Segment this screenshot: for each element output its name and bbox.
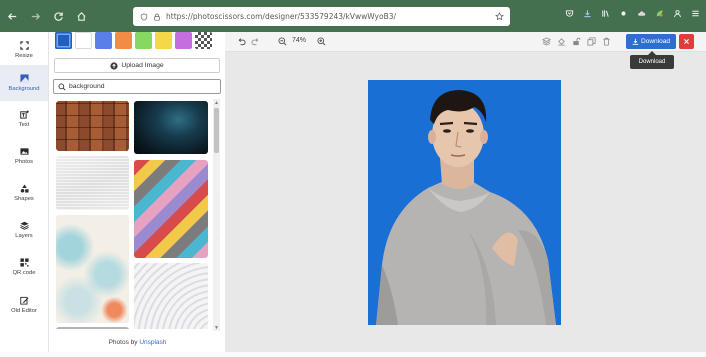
download-icon [632, 38, 639, 45]
download-tooltip: Download [630, 51, 674, 69]
sidebar-item-shapes[interactable]: Shapes [0, 175, 48, 211]
zoom-level: 74% [292, 37, 307, 44]
download-tray-icon[interactable] [582, 8, 592, 18]
sidebar-item-label: Text [18, 122, 30, 128]
swatch-transparent[interactable] [195, 32, 212, 49]
scrollbar-thumb[interactable] [214, 108, 219, 153]
swatch-purple[interactable] [175, 32, 192, 49]
swatch-orange[interactable] [115, 32, 132, 49]
fill-bucket-icon[interactable] [557, 37, 566, 46]
swatch-periwinkle[interactable] [95, 32, 112, 49]
bookmark-star-icon[interactable] [492, 12, 506, 21]
address-bar[interactable]: https://photoscissors.com/designer/53357… [133, 7, 510, 26]
back-arrow-icon[interactable] [4, 8, 21, 25]
browser-toolbar: https://photoscissors.com/designer/53357… [0, 0, 706, 32]
extension-cloud-icon[interactable] [636, 8, 646, 18]
extension-dot-icon[interactable] [618, 8, 628, 18]
thumbnail-colorful-planks[interactable] [134, 160, 208, 258]
thumbnail-dark-space[interactable] [134, 101, 208, 154]
editor-toolbar: 74% Download [225, 32, 706, 52]
sidebar-item-label: Layers [15, 233, 33, 239]
thumbnail-wood[interactable] [56, 101, 129, 151]
close-icon [684, 39, 689, 44]
lock-icon [151, 11, 163, 23]
undo-icon[interactable] [237, 37, 246, 46]
redo-icon[interactable] [251, 37, 260, 46]
sidebar-item-text[interactable]: Text [0, 101, 48, 137]
sidebar-item-layers[interactable]: Layers [0, 212, 48, 248]
delete-icon[interactable] [602, 37, 611, 46]
swatch-blue-active[interactable] [55, 32, 72, 49]
thumbnail-white-texture[interactable] [56, 156, 129, 210]
photo-credit: Photos by Unsplash [50, 339, 225, 346]
background-icon [19, 74, 29, 83]
thumbnail-white-waves[interactable] [134, 263, 208, 329]
pocket-icon[interactable] [564, 8, 574, 18]
scroll-up-icon[interactable]: ▲ [213, 99, 220, 106]
editor-canvas-area: 74% Download Download [225, 32, 706, 352]
zoom-out-icon[interactable] [278, 37, 287, 46]
library-icon[interactable] [600, 8, 610, 18]
old-editor-icon [19, 296, 29, 305]
upload-label: Upload Image [121, 62, 164, 69]
sidebar-item-label: Photos [14, 159, 34, 165]
background-search-input[interactable]: background [53, 79, 221, 94]
sidebar-item-photos[interactable]: Photos [0, 138, 48, 174]
background-panel: Upload Image background ▲ ▼ Photos by Un… [50, 32, 225, 352]
upload-icon [110, 61, 118, 70]
background-thumbnail-grid [54, 99, 210, 329]
scroll-down-icon[interactable]: ▼ [213, 324, 220, 331]
zoom-in-icon[interactable] [317, 37, 326, 46]
sidebar-item-label: Background [8, 86, 40, 92]
upload-image-button[interactable]: Upload Image [54, 58, 220, 73]
resize-icon [19, 41, 29, 50]
swatch-green[interactable] [135, 32, 152, 49]
text-icon [19, 110, 29, 119]
menu-icon[interactable] [690, 8, 700, 18]
credit-prefix: Photos by [108, 339, 138, 346]
sidebar-item-label: QR code [12, 270, 36, 276]
download-label: Download [641, 38, 670, 45]
tool-sidebar: Resize Background Text Photos Shapes Lay… [0, 32, 49, 352]
unsplash-link[interactable]: Unsplash [139, 339, 166, 346]
window-bottom-edge [0, 352, 706, 357]
photos-icon [19, 147, 29, 156]
arrange-layers-icon[interactable] [542, 37, 551, 46]
sidebar-item-qr-code[interactable]: QR code [0, 249, 48, 285]
duplicate-icon[interactable] [587, 37, 596, 46]
extension-leaf-icon[interactable] [654, 8, 664, 18]
tracking-shield-icon [138, 11, 150, 23]
forward-arrow-icon[interactable] [27, 8, 44, 25]
extensions-area [564, 8, 700, 18]
reload-icon[interactable] [50, 8, 67, 25]
thumbnail-grey-texture[interactable] [56, 327, 129, 329]
layers-icon [19, 221, 29, 230]
shapes-icon [20, 184, 29, 193]
url-text: https://photoscissors.com/designer/53357… [166, 12, 397, 21]
thumbnail-scrollbar[interactable]: ▲ ▼ [213, 99, 220, 331]
unlock-icon[interactable] [572, 37, 581, 46]
portrait-photo [368, 80, 561, 325]
swatch-yellow[interactable] [155, 32, 172, 49]
design-canvas[interactable] [368, 80, 561, 325]
qr-code-icon [19, 258, 29, 267]
search-icon [58, 83, 66, 91]
download-button[interactable]: Download [626, 34, 676, 49]
sidebar-item-resize[interactable]: Resize [0, 32, 48, 68]
sidebar-item-background[interactable]: Background [0, 65, 48, 101]
sidebar-item-label: Old Editor [11, 308, 37, 314]
search-value: background [69, 83, 105, 90]
sidebar-item-label: Resize [15, 53, 33, 59]
account-icon[interactable] [672, 8, 682, 18]
sidebar-item-old-editor[interactable]: Old Editor [0, 287, 48, 323]
home-icon[interactable] [73, 8, 90, 25]
color-swatches [55, 32, 212, 49]
close-button[interactable] [679, 34, 694, 49]
sidebar-item-label: Shapes [14, 196, 34, 202]
swatch-white[interactable] [75, 32, 92, 49]
thumbnail-watercolor[interactable] [56, 215, 129, 323]
